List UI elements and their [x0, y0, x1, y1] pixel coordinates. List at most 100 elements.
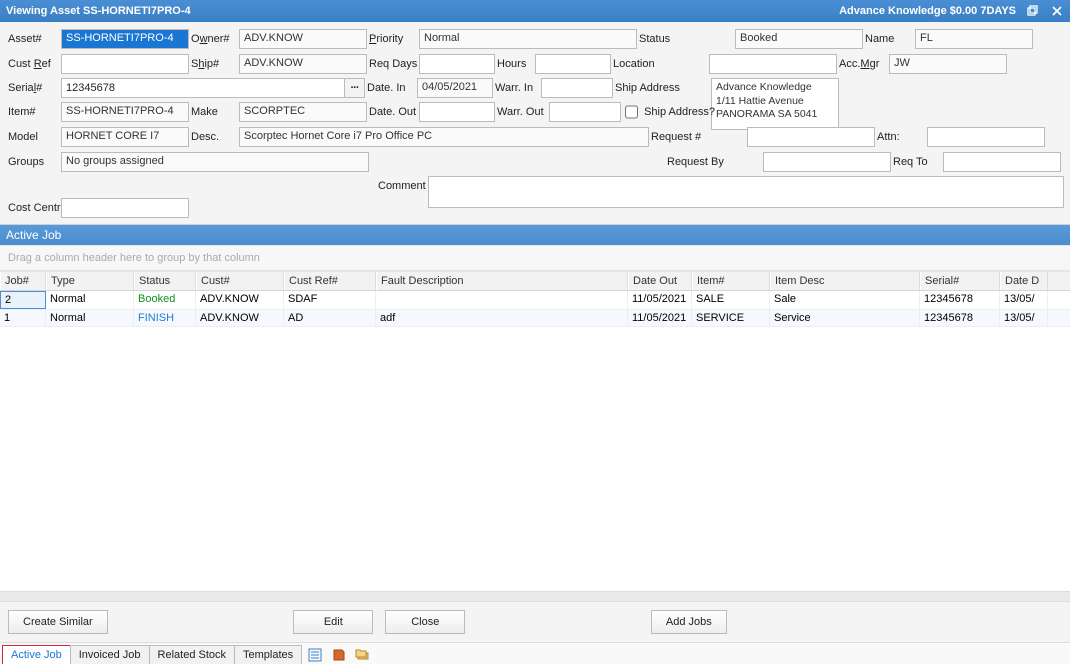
cell-cust: ADV.KNOW [196, 310, 284, 326]
col-header-custref[interactable]: Cust Ref# [284, 272, 376, 290]
window-title: Viewing Asset SS-HORNETI7PRO-4 [6, 5, 839, 17]
col-header-type[interactable]: Type [46, 272, 134, 290]
active-job-header: Active Job [0, 225, 1070, 245]
label-warr-in: Warr. In [493, 78, 541, 94]
close-icon[interactable] [1050, 4, 1064, 18]
label-date-out: Date. Out [367, 106, 419, 118]
col-header-item[interactable]: Item# [692, 272, 770, 290]
cell-fault: adf [376, 310, 628, 326]
col-header-job[interactable]: Job# [0, 272, 46, 290]
tab-bar: Active Job Invoiced Job Related Stock Te… [0, 642, 1070, 664]
cell-dated: 13/05/ [1000, 310, 1048, 326]
serial-num-field[interactable]: 12345678 ··· [61, 78, 365, 98]
location-field[interactable] [709, 54, 837, 74]
title-bar: Viewing Asset SS-HORNETI7PRO-4 Advance K… [0, 0, 1070, 22]
model-field[interactable]: HORNET CORE I7 [61, 127, 189, 147]
create-similar-button[interactable]: Create Similar [8, 610, 108, 634]
col-header-cust[interactable]: Cust# [196, 272, 284, 290]
cell-type: Normal [46, 310, 134, 326]
date-in-field[interactable]: 04/05/2021 [417, 78, 493, 98]
cust-ref-field[interactable] [61, 54, 189, 74]
col-header-dateout[interactable]: Date Out [628, 272, 692, 290]
col-header-dated[interactable]: Date D [1000, 272, 1048, 290]
request-num-field[interactable] [747, 127, 875, 147]
grid-header: Job# Type Status Cust# Cust Ref# Fault D… [0, 271, 1070, 291]
folder-stack-icon[interactable] [353, 646, 373, 664]
cell-dated: 13/05/ [1000, 291, 1048, 309]
req-to-field[interactable] [943, 152, 1061, 172]
horizontal-scrollbar[interactable] [0, 591, 1070, 601]
label-ship-address: Ship Address [613, 78, 711, 94]
label-priority: Priority [367, 33, 419, 45]
col-header-fault[interactable]: Fault Description [376, 272, 628, 290]
group-by-band[interactable]: Drag a column header here to group by th… [0, 245, 1070, 271]
asset-num-field[interactable]: SS-HORNETI7PRO-4 [61, 29, 189, 49]
comment-field[interactable] [428, 176, 1064, 208]
table-row[interactable]: 2 Normal Booked ADV.KNOW SDAF 11/05/2021… [0, 291, 1070, 310]
warr-in-field[interactable] [541, 78, 613, 98]
label-req-to: Req To [891, 156, 943, 168]
book-icon[interactable] [329, 646, 349, 664]
attn-field[interactable] [927, 127, 1045, 147]
cell-status: FINISH [134, 310, 196, 326]
hours-field[interactable] [535, 54, 611, 74]
col-header-itemdesc[interactable]: Item Desc [770, 272, 920, 290]
cell-type: Normal [46, 291, 134, 309]
name-field[interactable]: FL [915, 29, 1033, 49]
tab-related-stock[interactable]: Related Stock [149, 645, 235, 664]
desc-field[interactable]: Scorptec Hornet Core i7 Pro Office PC [239, 127, 649, 147]
label-comment: Comment [376, 176, 428, 192]
cell-custref: AD [284, 310, 376, 326]
ship-num-field[interactable]: ADV.KNOW [239, 54, 367, 74]
list-view-icon[interactable] [305, 646, 325, 664]
label-warr-out: Warr. Out [495, 106, 549, 118]
add-jobs-button[interactable]: Add Jobs [651, 610, 727, 634]
button-bar: Create Similar Edit Close Add Jobs [0, 601, 1070, 642]
item-num-field[interactable]: SS-HORNETI7PRO-4 [61, 102, 189, 122]
warr-out-field[interactable] [549, 102, 621, 122]
restore-icon[interactable] [1026, 4, 1040, 18]
req-days-field[interactable] [419, 54, 495, 74]
asset-form: Asset# SS-HORNETI7PRO-4 Owner# ADV.KNOW … [0, 22, 1070, 225]
label-date-in: Date. In [365, 78, 417, 94]
cell-itemdesc: Service [770, 310, 920, 326]
label-ship-num: Ship# [189, 58, 239, 70]
cost-centre-field[interactable] [61, 198, 189, 218]
label-desc: Desc. [189, 131, 239, 143]
date-out-field[interactable] [419, 102, 495, 122]
request-by-field[interactable] [763, 152, 891, 172]
edit-button[interactable]: Edit [293, 610, 373, 634]
grid-body: 2 Normal Booked ADV.KNOW SDAF 11/05/2021… [0, 291, 1070, 591]
label-asset-num: Asset# [6, 33, 61, 45]
close-button[interactable]: Close [385, 610, 465, 634]
label-name: Name [863, 33, 915, 45]
cell-custref: SDAF [284, 291, 376, 309]
label-hours: Hours [495, 58, 535, 70]
cell-dateout: 11/05/2021 [628, 291, 692, 309]
label-groups: Groups [6, 156, 61, 168]
label-acc-mgr: Acc.Mgr [837, 58, 889, 70]
tab-templates[interactable]: Templates [234, 645, 302, 664]
label-owner-num: Owner# [189, 33, 239, 45]
priority-field[interactable]: Normal [419, 29, 637, 49]
label-request-num: Request # [649, 131, 747, 143]
ship-address-checkbox[interactable] [625, 105, 638, 119]
col-header-status[interactable]: Status [134, 272, 196, 290]
label-make: Make [189, 106, 239, 118]
owner-num-field[interactable]: ADV.KNOW [239, 29, 367, 49]
make-field[interactable]: SCORPTEC [239, 102, 367, 122]
label-request-by: Request By [665, 156, 763, 168]
serial-num-value: 12345678 [62, 80, 344, 96]
col-header-serial[interactable]: Serial# [920, 272, 1000, 290]
label-cost-centre: Cost Centre [6, 202, 61, 214]
serial-lookup-button[interactable]: ··· [344, 79, 364, 97]
cell-item: SERVICE [692, 310, 770, 326]
table-row[interactable]: 1 Normal FINISH ADV.KNOW AD adf 11/05/20… [0, 310, 1070, 327]
groups-field[interactable]: No groups assigned [61, 152, 369, 172]
tab-invoiced-job[interactable]: Invoiced Job [70, 645, 150, 664]
status-field[interactable]: Booked [735, 29, 863, 49]
tab-active-job[interactable]: Active Job [2, 645, 71, 664]
ship-address-field[interactable]: Advance Knowledge 1/11 Hattie Avenue PAN… [711, 78, 839, 130]
label-status: Status [637, 33, 735, 45]
acc-mgr-field[interactable]: JW [889, 54, 1007, 74]
